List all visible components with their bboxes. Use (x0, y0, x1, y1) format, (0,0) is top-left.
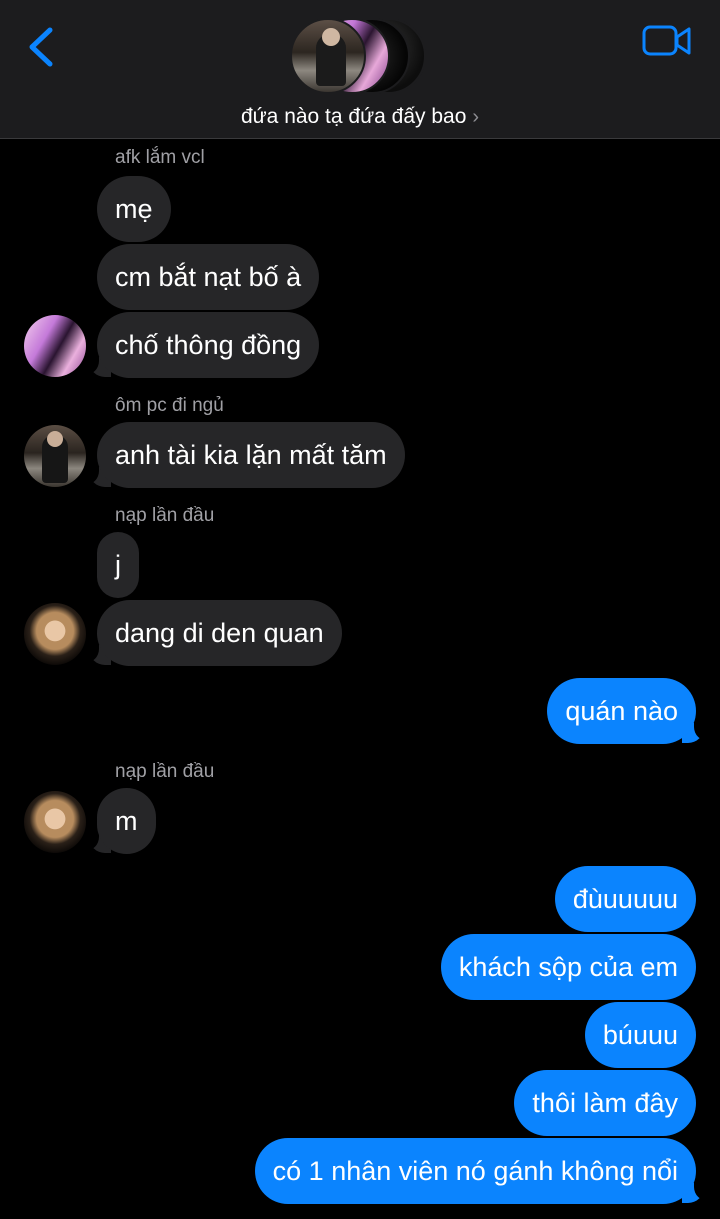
group-name-label: đứa nào tạ đứa đấy bao (240, 105, 467, 128)
outgoing-message[interactable]: thôi làm đây (514, 1070, 696, 1136)
sender-avatar[interactable] (24, 603, 86, 665)
group-name-button[interactable]: đứa nào tạ đứa đấy bao › (0, 105, 720, 129)
outgoing-message[interactable]: có 1 nhân viên nó gánh không nổi (254, 1138, 696, 1204)
outgoing-message[interactable]: khách sộp của em (440, 934, 696, 1000)
incoming-message[interactable]: dang di den quan (97, 600, 342, 666)
chat-header: đứa nào tạ đứa đấy bao › (0, 0, 720, 139)
video-camera-icon (642, 25, 691, 56)
video-call-button[interactable] (642, 24, 692, 58)
sender-avatar[interactable] (24, 425, 86, 487)
sender-name: nạp lần đầu (115, 761, 215, 782)
incoming-message[interactable]: chố thông đồng (97, 312, 320, 378)
group-avatar-stack[interactable] (290, 16, 430, 96)
sender-avatar[interactable] (24, 791, 86, 853)
incoming-message[interactable]: anh tài kia lặn mất tăm (97, 422, 405, 488)
incoming-message[interactable]: mẹ (97, 176, 171, 242)
outgoing-message[interactable]: búuuu (584, 1002, 696, 1068)
back-button[interactable] (22, 24, 62, 70)
outgoing-message[interactable]: quán nào (547, 678, 696, 744)
outgoing-message[interactable]: đùuuuuu (554, 866, 696, 932)
incoming-message[interactable]: m (97, 788, 156, 854)
incoming-message[interactable]: j (97, 532, 139, 598)
group-member-avatar (290, 18, 366, 94)
incoming-message[interactable]: cm bắt nạt bố à (97, 244, 320, 310)
sender-name: afk lắm vcl (115, 147, 205, 168)
sender-name: ôm pc đi ngủ (115, 395, 224, 416)
chevron-left-icon (29, 27, 53, 67)
sender-avatar[interactable] (24, 315, 86, 377)
chevron-right-icon: › (472, 106, 480, 128)
sender-name: nạp lần đầu (115, 505, 215, 526)
